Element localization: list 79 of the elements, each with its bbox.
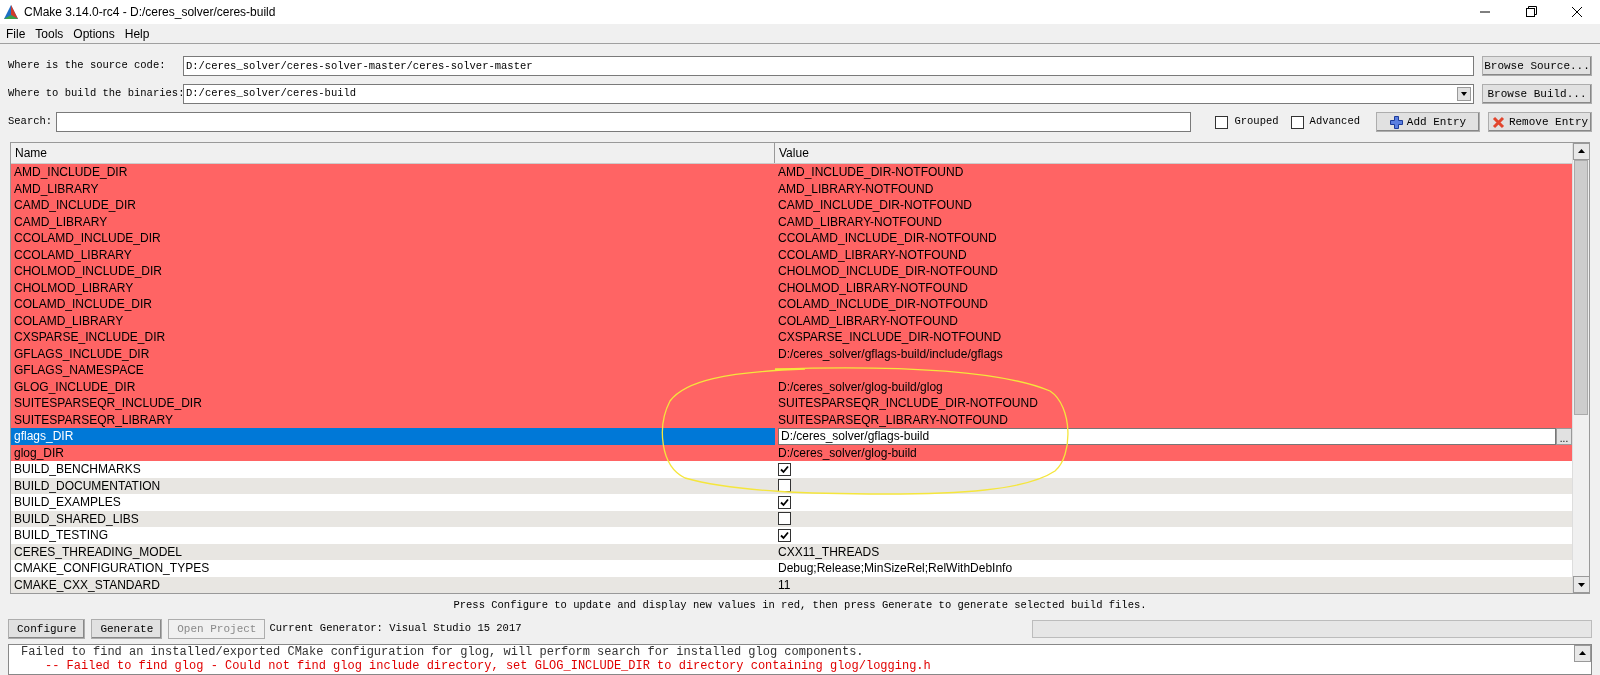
add-entry-button[interactable]: Add Entry (1376, 112, 1480, 132)
column-header[interactable]: Name (11, 143, 775, 163)
hint-text: Press Configure to update and display new values in red, then press Generate to generate selected build files. (453, 598, 1147, 614)
browse-button[interactable]: Browse Build... (1482, 84, 1592, 104)
table-cell: SUITESPARSEQR_INCLUDE_DIR-NOTFOUND (778, 395, 1038, 412)
table-cell: AMD_INCLUDE_DIR (14, 164, 128, 181)
table-cell: AMD_INCLUDE_DIR-NOTFOUND (778, 164, 964, 181)
table-cell: BUILD_EXAMPLES (14, 494, 121, 511)
table-cell: GFLAGS_INCLUDE_DIR (14, 345, 150, 362)
table-cell: CAMD_INCLUDE_DIR (14, 197, 137, 214)
log-line: Failed to find an installed/exported CMake configuration for glog, will perform search for installed glog components. (21, 645, 865, 659)
table-cell: COLAMD_LIBRARY-NOTFOUND (778, 312, 959, 329)
table-cell: BUILD_TESTING (14, 527, 109, 544)
remove-entry-button[interactable]: Remove Entry (1488, 112, 1592, 132)
table-cell: CERES_THREADING_MODEL (14, 543, 183, 560)
table-cell: CMAKE_CONFIGURATION_TYPES (14, 560, 210, 577)
table-cell: CHOLMOD_INCLUDE_DIR (14, 263, 163, 280)
table-cell: BUILD_DOCUMENTATION (14, 477, 161, 494)
table-cell: CXSPARSE_INCLUDE_DIR (14, 329, 166, 346)
table-cell: gflags_DIR (14, 428, 74, 445)
table-cell: CAMD_INCLUDE_DIR-NOTFOUND (778, 197, 972, 214)
table-cell: CXSPARSE_INCLUDE_DIR-NOTFOUND (778, 329, 1002, 346)
menu-item[interactable]: Help (124, 24, 150, 43)
table-cell: SUITESPARSEQR_LIBRARY (14, 411, 173, 428)
generator-label: Current Generator: Visual Studio 15 2017 (269, 621, 522, 637)
table-row[interactable]: gflags_DIR D:/ceres_solver/gflags-build ... (11, 428, 1572, 445)
table-cell: SUITESPARSEQR_LIBRARY-NOTFOUND (778, 411, 1008, 428)
table-row[interactable]: CAMD_INCLUDE_DIR CAMD_INCLUDE_DIR-NOTFOUND (11, 197, 1572, 214)
table-cell: AMD_LIBRARY-NOTFOUND (778, 180, 934, 197)
table-cell: CMAKE_CXX_STANDARD (14, 576, 160, 593)
value-field[interactable]: D:/ceres_solver/gflags-build (778, 428, 1556, 445)
field-label: Where is the source code: (8, 58, 167, 74)
table-cell: CHOLMOD_LIBRARY-NOTFOUND (778, 279, 969, 296)
table-row[interactable]: CHOLMOD_INCLUDE_DIR CHOLMOD_INCLUDE_DIR-NOTFOUND (11, 263, 1572, 280)
checkbox-label: Advanced (1309, 114, 1360, 130)
table-cell: CAMD_LIBRARY (14, 213, 108, 230)
source-field[interactable]: D:/ceres_solver/ceres-solver-master/ceres-solver-master (183, 56, 1474, 76)
browse-button[interactable]: ... (1556, 428, 1572, 445)
action-button[interactable]: Generate (91, 619, 163, 639)
table-cell: CCOLAMD_INCLUDE_DIR-NOTFOUND (778, 230, 997, 247)
window-title: CMake 3.14.0-rc4 - D:/ceres_solver/ceres-build (24, 4, 276, 21)
table-cell: D:/ceres_solver/glog-build (778, 444, 917, 461)
table-row[interactable]: CXSPARSE_INCLUDE_DIR CXSPARSE_INCLUDE_DIR-NOTFOUND (11, 329, 1572, 346)
menu-item[interactable]: Options (73, 24, 115, 43)
table-row[interactable]: CCOLAMD_INCLUDE_DIR CCOLAMD_INCLUDE_DIR-NOTFOUND (11, 230, 1572, 247)
table-cell: CHOLMOD_INCLUDE_DIR-NOTFOUND (778, 263, 998, 280)
table-cell: COLAMD_LIBRARY (14, 312, 124, 329)
table-cell: CXX11_THREADS (778, 543, 880, 560)
table-cell: COLAMD_INCLUDE_DIR-NOTFOUND (778, 296, 989, 313)
table-cell: glog_DIR (14, 444, 65, 461)
table-cell: CCOLAMD_LIBRARY-NOTFOUND (778, 246, 967, 263)
table-cell: GLOG_INCLUDE_DIR (14, 378, 136, 395)
action-button[interactable]: Configure (8, 619, 86, 639)
table-cell: GFLAGS_NAMESPACE (14, 362, 144, 379)
table-cell: AMD_LIBRARY (14, 180, 99, 197)
table-cell: SUITESPARSEQR_INCLUDE_DIR (14, 395, 202, 412)
table-cell: D:/ceres_solver/gflags-build/include/gflags (778, 345, 1003, 362)
table-cell: Debug;Release;MinSizeRel;RelWithDebInfo (778, 560, 1013, 577)
build-combo[interactable]: D:/ceres_solver/ceres-build (183, 84, 1474, 104)
log-line: -- Failed to find glog - Could not find glog include directory, set GLOG_INCLUDE_DIR to directory containing glog/logging.h (44, 659, 932, 673)
table-row[interactable]: GFLAGS_NAMESPACE (11, 362, 1572, 379)
checkbox-label: Grouped (1234, 114, 1279, 130)
table-row[interactable]: AMD_INCLUDE_DIR AMD_INCLUDE_DIR-NOTFOUND (11, 164, 1572, 181)
table-row[interactable]: SUITESPARSEQR_INCLUDE_DIR SUITESPARSEQR_INCLUDE_DIR-NOTFOUND (11, 395, 1572, 412)
menu-item[interactable]: File (6, 24, 26, 43)
table-cell: CAMD_LIBRARY-NOTFOUND (778, 213, 943, 230)
table-cell: CCOLAMD_INCLUDE_DIR (14, 230, 161, 247)
search-label: Search: (8, 114, 53, 130)
table-cell: BUILD_SHARED_LIBS (14, 510, 139, 527)
table-cell: COLAMD_INCLUDE_DIR (14, 296, 153, 313)
table-cell: BUILD_BENCHMARKS (14, 461, 141, 478)
table-row[interactable]: COLAMD_INCLUDE_DIR COLAMD_INCLUDE_DIR-NOTFOUND (11, 296, 1572, 313)
menu-item[interactable]: Tools (35, 24, 64, 43)
table-cell: CHOLMOD_LIBRARY (14, 279, 134, 296)
table-cell: CCOLAMD_LIBRARY (14, 246, 132, 263)
table-cell: 11 (778, 576, 791, 593)
browse-button[interactable]: Browse Source... (1482, 56, 1592, 76)
column-header[interactable]: Value (775, 143, 1572, 163)
table-cell: D:/ceres_solver/glog-build/glog (778, 378, 943, 395)
